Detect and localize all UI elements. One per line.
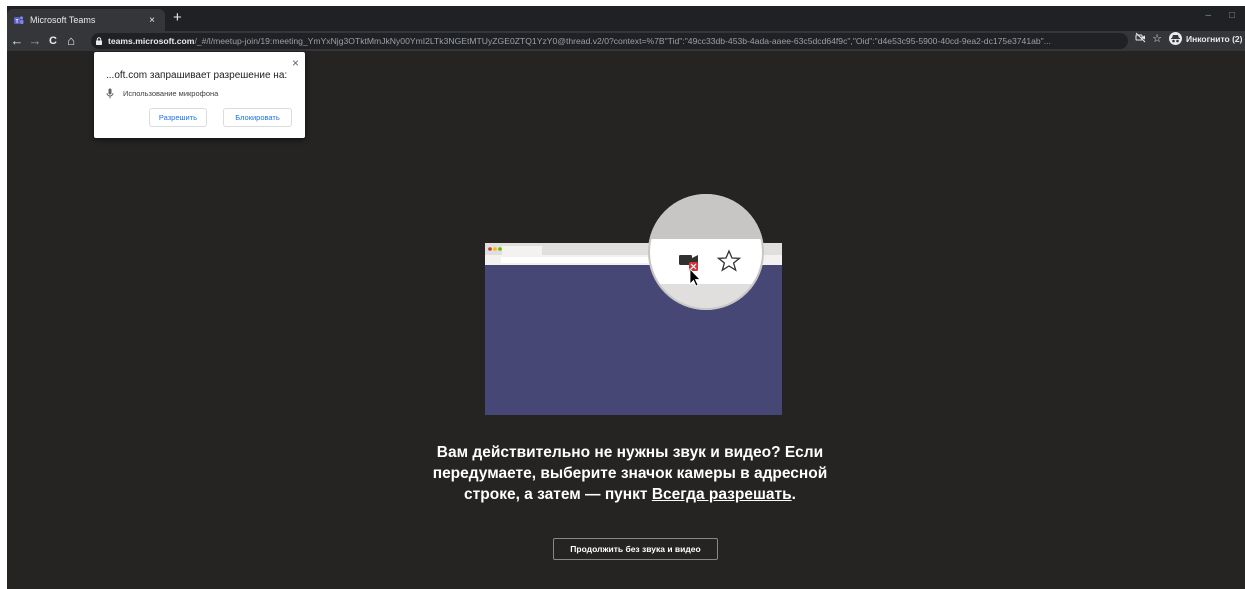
camera-off-icon[interactable] bbox=[1133, 32, 1147, 47]
profile-label: Инкогнито (2) bbox=[1186, 33, 1243, 44]
teams-icon: T bbox=[13, 15, 24, 26]
profile-button[interactable]: Инкогнито (2) bbox=[1169, 32, 1242, 45]
tab-microsoft-teams[interactable]: T Microsoft Teams × bbox=[7, 9, 165, 31]
forward-button[interactable]: → bbox=[27, 33, 43, 49]
no-av-message: Вам действительно не нужны звук и видео?… bbox=[405, 442, 855, 505]
always-allow-link[interactable]: Всегда разрешать bbox=[652, 486, 792, 503]
maximize-button[interactable]: □ bbox=[1229, 10, 1235, 21]
browser-window: T Microsoft Teams × + – □ ← → C ⌂ teams.… bbox=[7, 6, 1245, 589]
svg-text:T: T bbox=[15, 18, 18, 24]
minimize-button[interactable]: – bbox=[1205, 10, 1211, 21]
url-path: /_#/l/meetup-join/19:meeting_YmYxNjg3OTk… bbox=[194, 36, 1051, 46]
incognito-icon bbox=[1169, 32, 1182, 45]
permission-label: Использование микрофона bbox=[123, 89, 219, 98]
tab-close-icon[interactable]: × bbox=[145, 15, 159, 26]
url-text: teams.microsoft.com/_#/l/meetup-join/19:… bbox=[108, 36, 1128, 46]
message-end: . bbox=[791, 486, 796, 503]
browser-toolbar: ← → C ⌂ teams.microsoft.com/_#/l/meetup-… bbox=[7, 31, 1245, 51]
close-icon[interactable]: × bbox=[292, 56, 299, 70]
microphone-icon bbox=[106, 88, 114, 99]
back-button[interactable]: ← bbox=[9, 33, 25, 49]
address-bar[interactable]: teams.microsoft.com/_#/l/meetup-join/19:… bbox=[91, 33, 1128, 49]
new-tab-button[interactable]: + bbox=[173, 10, 182, 26]
tab-strip: T Microsoft Teams × + – □ bbox=[7, 6, 1245, 31]
permission-popup-title: ...oft.com запрашивает разрешение на: bbox=[106, 70, 288, 81]
reload-button[interactable]: C bbox=[45, 33, 61, 49]
camera-permission-illustration bbox=[485, 194, 782, 415]
home-button[interactable]: ⌂ bbox=[63, 33, 79, 49]
permission-popup: ...oft.com запрашивает разрешение на: × … bbox=[94, 52, 305, 138]
bookmark-star-icon[interactable]: ☆ bbox=[1150, 32, 1164, 46]
block-button[interactable]: Блокировать bbox=[223, 108, 292, 127]
continue-without-av-button[interactable]: Продолжить без звука и видео bbox=[553, 538, 718, 560]
tab-title: Microsoft Teams bbox=[30, 15, 96, 25]
lock-icon bbox=[96, 37, 102, 45]
allow-button[interactable]: Разрешить bbox=[149, 108, 207, 127]
permission-row: Использование микрофона bbox=[106, 88, 218, 99]
url-host: teams.microsoft.com bbox=[108, 36, 195, 46]
